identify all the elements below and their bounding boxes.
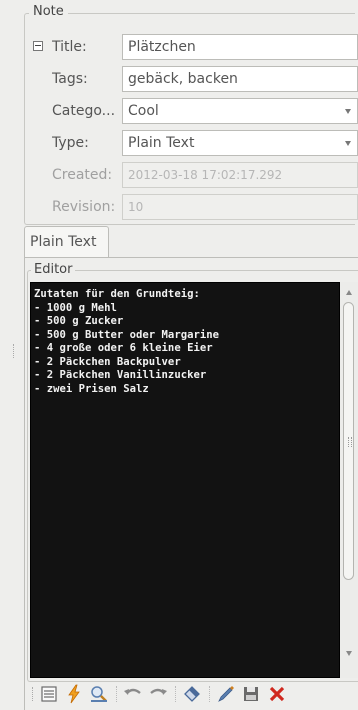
type-label: Type:: [52, 135, 89, 151]
save-icon: [244, 687, 258, 701]
undo-icon: [124, 688, 141, 695]
pen-button[interactable]: [215, 683, 237, 705]
save-button[interactable]: [240, 683, 262, 705]
created-label: Created:: [52, 167, 113, 183]
scroll-down-icon[interactable]: [346, 651, 352, 656]
editor-scrollbar[interactable]: [340, 282, 358, 678]
editor-toolbar: [30, 681, 358, 707]
editor-groupbox-title: Editor: [31, 262, 76, 277]
scroll-up-icon[interactable]: [346, 290, 352, 295]
toolbar-separator: [175, 686, 177, 702]
toolbar-grip-icon[interactable]: [32, 687, 35, 701]
revision-label: Revision:: [52, 199, 116, 215]
editor-textarea[interactable]: Zutaten für den Grundteig: - 1000 g Mehl…: [30, 282, 340, 678]
toolbar-separator: [209, 686, 211, 702]
flash-icon: [68, 684, 80, 704]
pen-icon: [218, 686, 234, 702]
redo-button[interactable]: [147, 683, 169, 705]
category-value: Cool: [128, 103, 159, 119]
flash-button[interactable]: [63, 683, 85, 705]
zoom-button[interactable]: [88, 683, 110, 705]
revision-field: 10: [122, 194, 358, 220]
type-combobox[interactable]: Plain Text: [122, 130, 358, 156]
redo-icon: [150, 688, 167, 695]
delete-icon: [269, 686, 285, 702]
eraser-button[interactable]: [181, 683, 203, 705]
zoom-icon: [91, 686, 107, 702]
chevron-down-icon[interactable]: [345, 109, 351, 114]
category-label: Catego...: [52, 103, 116, 119]
undo-button[interactable]: [122, 683, 144, 705]
list-icon: [41, 686, 57, 702]
created-field: 2012-03-18 17:02:17.292: [122, 162, 358, 188]
title-input[interactable]: Plätzchen: [122, 34, 358, 60]
note-groupbox-title: Note: [29, 4, 68, 19]
chevron-down-icon[interactable]: [345, 141, 351, 146]
eraser-icon: [184, 686, 200, 702]
tags-input[interactable]: gebäck, backen: [122, 66, 358, 92]
splitter-grip-icon[interactable]: [13, 344, 16, 358]
tags-label: Tags:: [52, 71, 88, 87]
type-value: Plain Text: [128, 135, 195, 151]
list-button[interactable]: [38, 683, 60, 705]
scrollbar-thumb[interactable]: [343, 302, 354, 580]
category-combobox[interactable]: Cool: [122, 98, 358, 124]
title-label: Title:: [52, 39, 87, 55]
tab-plain-text[interactable]: Plain Text: [24, 226, 109, 258]
grip-icon: [348, 437, 352, 447]
delete-button[interactable]: [266, 683, 288, 705]
toolbar-separator: [116, 686, 118, 702]
collapse-icon[interactable]: [33, 41, 43, 51]
